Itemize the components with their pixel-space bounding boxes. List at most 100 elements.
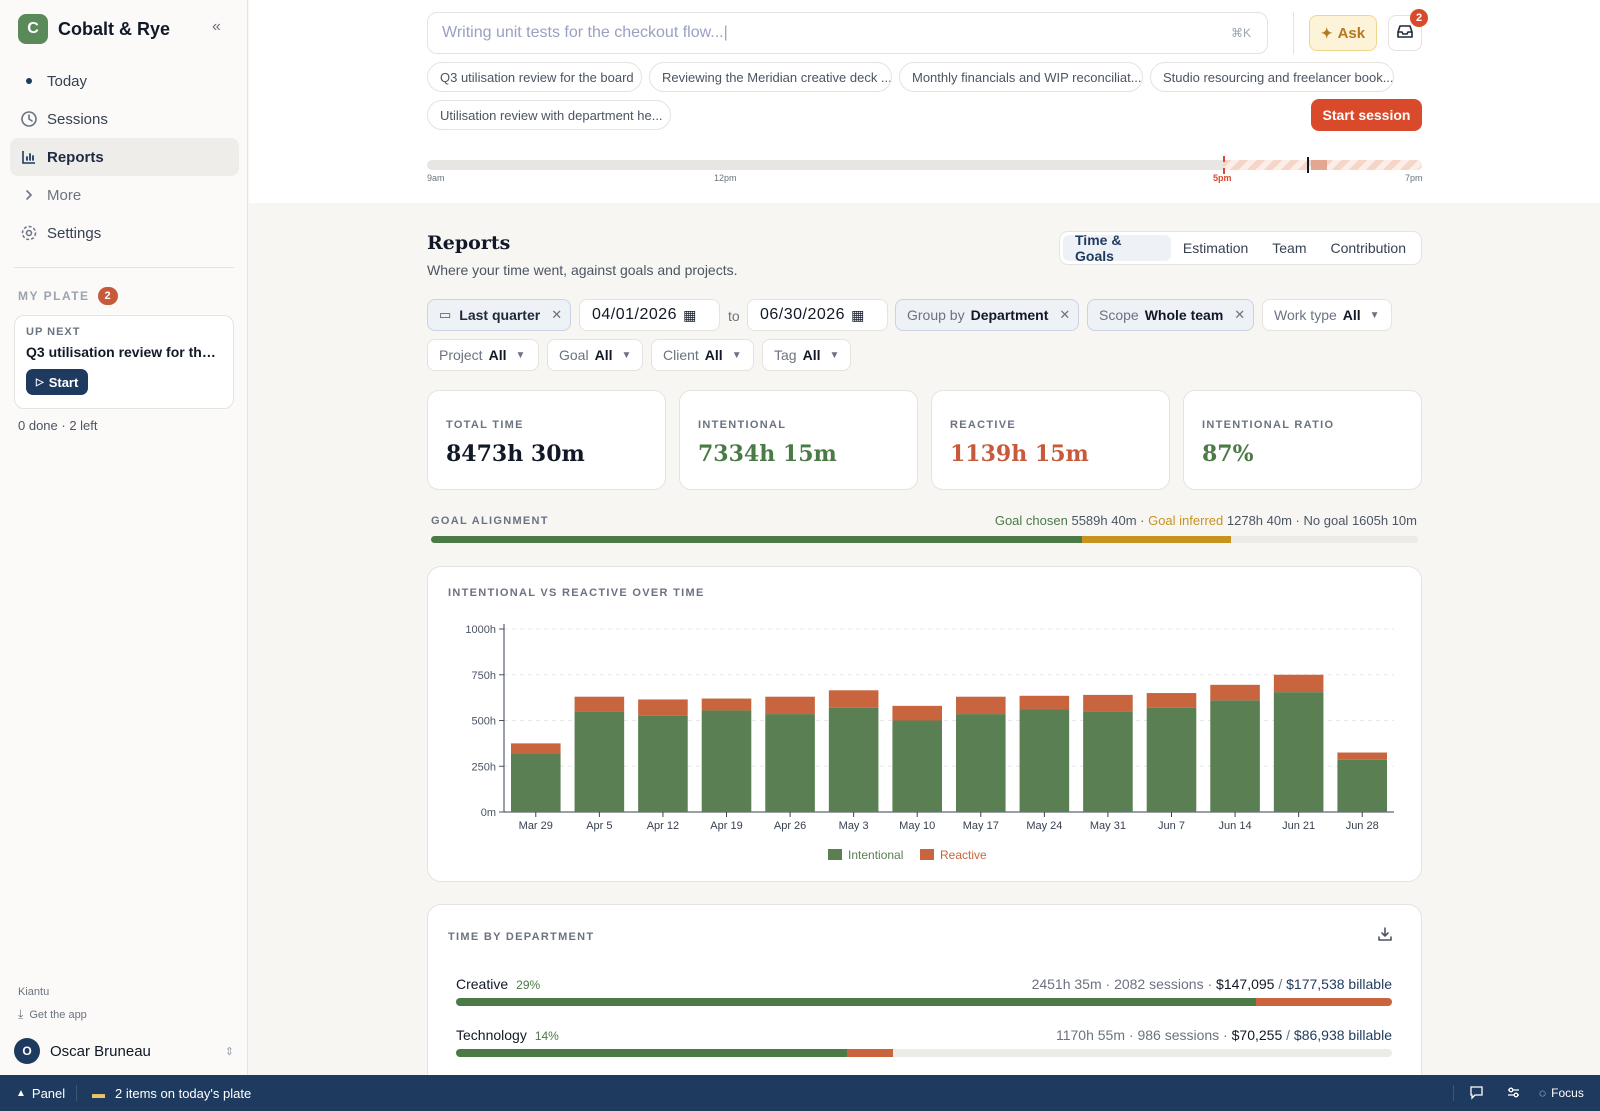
nav-item-more[interactable]: More (10, 176, 239, 214)
stat-label: INTENTIONAL (698, 419, 787, 431)
suggestion-chip[interactable]: Monthly financials and WIP reconciliat..… (899, 62, 1143, 92)
clear-period-icon[interactable]: ✕ (551, 307, 562, 323)
project-filter[interactable]: Project All ▼ (427, 339, 539, 371)
get-app-link[interactable]: ⤓ Get the app (18, 1007, 87, 1022)
page-title: Reports (427, 232, 511, 254)
period-filter[interactable]: ▭ Last quarter ✕ (427, 299, 571, 331)
start-session-button[interactable]: Start session (1311, 99, 1422, 131)
suggestion-chip[interactable]: Studio resourcing and freelancer book... (1150, 62, 1394, 92)
collapse-sidebar-icon[interactable]: « (212, 18, 221, 36)
toolbar-divider (1293, 12, 1294, 54)
date-to-input[interactable]: 06/30/2026 ▦ (747, 299, 888, 331)
work-type-filter[interactable]: Work type All ▼ (1262, 299, 1392, 331)
bar-reactive (1019, 695, 1070, 710)
goal-alignment-title: GOAL ALIGNMENT (431, 515, 549, 527)
timeline-5pm-marker (1223, 156, 1225, 174)
stat-value: 7334h 15m (698, 441, 837, 467)
bar-intentional (1210, 700, 1260, 812)
department-billable: $177,538 billable (1286, 976, 1392, 992)
up-next-label: UP NEXT (26, 326, 81, 338)
filter-label: Goal (559, 347, 589, 363)
clear-group-by-icon[interactable]: ✕ (1059, 307, 1070, 323)
department-row[interactable]: Creative 29% 2451h 35m · 2082 sessions · … (456, 976, 1392, 1012)
search-input[interactable]: Writing unit tests for the checkout flow… (427, 12, 1268, 54)
tab-estimation[interactable]: Estimation (1171, 235, 1260, 261)
panel-toggle[interactable]: ▲ Panel (16, 1086, 65, 1101)
plate-progress: 0 done · 2 left (18, 418, 98, 433)
start-task-button[interactable]: ▷ Start (26, 369, 89, 395)
stat-label: TOTAL TIME (446, 419, 524, 431)
bar-intentional (828, 707, 879, 812)
clear-scope-icon[interactable]: ✕ (1234, 307, 1245, 323)
inbox-count-badge: 2 (1410, 9, 1428, 27)
focus-icon: ◌ (1539, 1086, 1547, 1100)
bar-reactive (638, 699, 688, 716)
x-tick-label: Mar 29 (519, 820, 553, 832)
suggestion-chip[interactable]: Q3 utilisation review for the board (427, 62, 642, 92)
sliders-icon[interactable] (1506, 1085, 1521, 1100)
sparkle-icon: ✦ (1320, 24, 1333, 41)
goal-chosen-label: Goal chosen (994, 513, 1068, 528)
stat-value: 1139h 15m (950, 441, 1089, 467)
bar-intentional (765, 714, 815, 812)
play-icon: ▷ (36, 376, 44, 388)
nav-item-sessions[interactable]: Sessions (10, 100, 239, 138)
plate-count-badge: 2 (97, 287, 118, 305)
tab-team[interactable]: Team (1260, 235, 1318, 261)
chevron-right-icon (20, 186, 38, 204)
filter-value: All (1342, 307, 1361, 323)
department-amount: $70,255 (1231, 1027, 1283, 1043)
suggestion-chip[interactable]: Utilisation review with department he... (427, 100, 671, 130)
plate-status[interactable]: ▬ 2 items on today's plate (92, 1086, 251, 1101)
chevron-down-icon: ▼ (731, 349, 742, 361)
chevron-down-icon: ▼ (1369, 309, 1380, 321)
department-row[interactable]: Technology 14% 1170h 55m · 986 sessions ·… (456, 1027, 1392, 1063)
filter-label: Group by (907, 307, 965, 323)
x-tick-label: Apr 5 (586, 820, 612, 832)
focus-button[interactable]: ◌ Focus (1539, 1086, 1584, 1100)
x-tick-label: Jun 21 (1282, 820, 1315, 832)
user-menu[interactable]: O Oscar Bruneau ⇕ (14, 1038, 234, 1064)
department-hours: 2451h 35m (1031, 976, 1102, 992)
x-tick-label: May 3 (839, 820, 869, 832)
bar-intentional (955, 714, 1006, 812)
nav-item-settings[interactable]: Settings (10, 214, 239, 252)
my-plate-heading: MY PLATE 2 (18, 287, 118, 305)
x-tick-label: May 31 (1090, 820, 1126, 832)
department-reactive-segment (1256, 998, 1392, 1006)
stat-card-intentional-ratio: INTENTIONAL RATIO 87% (1183, 390, 1422, 490)
nav-item-today[interactable]: Today (10, 62, 239, 100)
my-plate-title: MY PLATE (18, 289, 90, 303)
filter-label: Tag (774, 347, 797, 363)
x-tick-label: Apr 12 (647, 820, 679, 832)
department-hours: 1170h 55m (1055, 1027, 1125, 1043)
tab-time-goals[interactable]: Time & Goals (1063, 232, 1171, 264)
day-timeline[interactable] (427, 160, 1422, 170)
bar-intentional (701, 710, 752, 812)
ask-button[interactable]: ✦ Ask (1309, 15, 1377, 51)
up-next-title: Q3 utilisation review for the board (26, 344, 222, 360)
search-placeholder: Writing unit tests for the checkout flow… (442, 24, 728, 41)
bar-intentional (638, 715, 688, 812)
client-filter[interactable]: Client All ▼ (651, 339, 754, 371)
suggestion-chip[interactable]: Reviewing the Meridian creative deck ... (649, 62, 892, 92)
up-next-card[interactable]: UP NEXT Q3 utilisation review for the bo… (14, 315, 234, 409)
timeline-scheduled-block[interactable] (1311, 160, 1327, 170)
nav-item-reports[interactable]: Reports (10, 138, 239, 176)
timeline-label: 12pm (714, 173, 737, 183)
date-from-input[interactable]: 04/01/2026 ▦ (579, 299, 720, 331)
tag-filter[interactable]: Tag All ▼ (762, 339, 851, 371)
group-by-filter[interactable]: Group by Department ✕ (895, 299, 1079, 331)
tab-contribution[interactable]: Contribution (1319, 235, 1419, 261)
scope-filter[interactable]: Scope Whole team ✕ (1087, 299, 1254, 331)
download-icon[interactable] (1377, 926, 1393, 947)
stacked-bar-chart: 0m 250h 500h 750h 1000h Mar 29 Apr 5 Apr 12 Apr … (465, 624, 1394, 862)
bar-reactive (955, 696, 1006, 715)
nav-label: More (47, 186, 82, 204)
department-bar (456, 1049, 1392, 1057)
goal-filter[interactable]: Goal All ▼ (547, 339, 643, 371)
brand[interactable]: C Cobalt & Rye (18, 14, 170, 44)
goal-inferred-segment (1082, 536, 1232, 543)
goal-alignment-bar (431, 536, 1418, 543)
feedback-icon[interactable] (1469, 1085, 1484, 1100)
